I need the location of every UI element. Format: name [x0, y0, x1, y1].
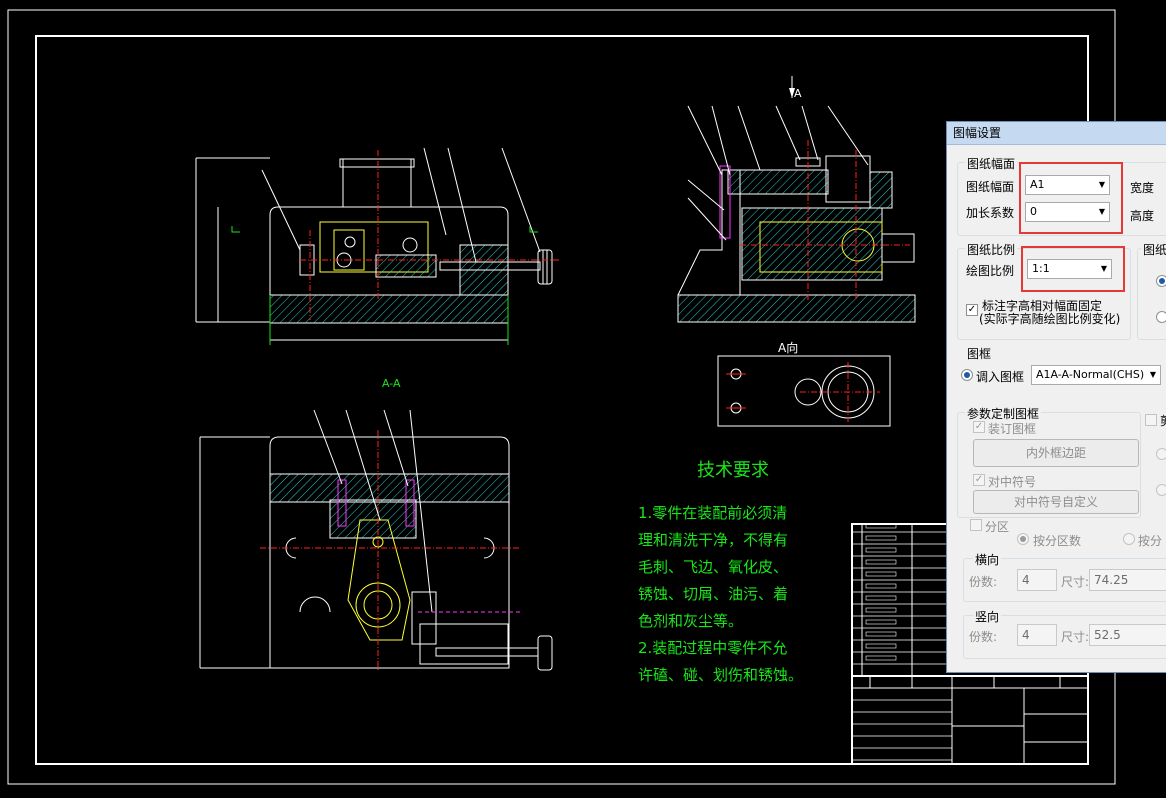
title-block-cell-mark	[865, 595, 897, 601]
title-block-cell-mark	[865, 631, 897, 637]
by-zone-size-radio[interactable]	[1123, 533, 1135, 545]
sheet-size-label: 图纸幅面	[966, 180, 1015, 194]
horizontal-size-input[interactable]: 74.25	[1089, 569, 1166, 591]
view-label: A向	[778, 340, 798, 355]
sheet-right-group	[1137, 248, 1166, 340]
center-mark-custom-button[interactable]: 对中符号自定义	[973, 490, 1139, 514]
inner-frame	[35, 35, 1089, 765]
tech-requirements-title: 技术要求	[697, 460, 769, 481]
tech-line: 理和清洗干净，不得有	[638, 531, 789, 549]
orientation-radio-2[interactable]	[1156, 311, 1166, 323]
by-zone-count-radio[interactable]	[1017, 533, 1029, 545]
height-label: 高度	[1130, 209, 1155, 223]
tech-line: 许磕、碰、划伤和锈蚀。	[638, 666, 804, 684]
title-block-cell-mark	[865, 643, 897, 649]
right-option-checkbox[interactable]	[1145, 414, 1157, 426]
zone-checkbox[interactable]	[970, 519, 982, 531]
frame-template-value: A1A-A-Normal(CHS)	[1036, 368, 1145, 381]
highlight-box	[1021, 246, 1125, 292]
tech-line: 色剂和灰尘等。	[638, 612, 744, 630]
side-view	[677, 76, 916, 323]
zone-label: 分区	[985, 520, 1010, 534]
vertical-size-input[interactable]: 52.5	[1089, 624, 1166, 646]
title-block-cell-mark	[865, 535, 897, 541]
scale-group-title: 图纸比例	[965, 241, 1018, 258]
highlight-box	[1019, 162, 1123, 234]
cad-workspace[interactable]: A-A A A向 技术要求 1.零件在装配前必须清 理和清洗干净，不得有 毛刺、…	[0, 0, 1166, 798]
chevron-down-icon: ▼	[1149, 370, 1156, 379]
sheet-right-group-title: 图纸	[1141, 241, 1166, 258]
center-mark-checkbox[interactable]: ✓	[973, 474, 985, 486]
frame-group-title: 图框	[965, 345, 994, 362]
tech-line: 2.装配过程中零件不允	[638, 639, 788, 657]
width-label: 宽度	[1130, 181, 1155, 195]
title-block-cell-mark	[865, 559, 897, 565]
sheet-setup-dialog[interactable]: 图幅设置 图纸幅面 图纸幅面 A1 ▼ 加长系数 0 ▼ 宽度 高度 图纸比例 …	[946, 121, 1166, 673]
load-frame-radio[interactable]	[961, 369, 973, 381]
vertical-count-input[interactable]: 4	[1017, 624, 1057, 646]
fixed-text-height-checkbox[interactable]: ✓	[966, 304, 978, 316]
title-block-cell-mark	[865, 655, 897, 661]
frame-margin-button[interactable]: 内外框边距	[973, 439, 1139, 467]
right-option-label: 剪	[1160, 412, 1166, 429]
tech-line: 锈蚀、切屑、油污、着	[638, 585, 789, 603]
tech-requirements-body: 1.零件在装配前必须清 理和清洗干净，不得有 毛刺、飞边、氧化皮、 锈蚀、切屑、…	[638, 500, 838, 689]
vertical-count-label: 份数:	[969, 630, 998, 644]
drawing-scale-label: 绘图比例	[966, 264, 1015, 278]
section-view	[199, 409, 553, 671]
a-direction-view	[717, 355, 891, 427]
title-block-cell-mark	[865, 607, 897, 613]
vertical-size-label: 尺寸:	[1061, 630, 1090, 644]
binding-frame-label: 装订图框	[988, 422, 1037, 436]
by-zone-count-label: 按分区数	[1033, 534, 1082, 548]
frame-template-select[interactable]: A1A-A-Normal(CHS) ▼	[1031, 365, 1161, 385]
fixed-text-height-note: (实际字高随绘图比例变化)	[979, 312, 1121, 326]
title-block-cell-mark	[865, 547, 897, 553]
view-arrow-label: A	[794, 87, 802, 100]
vertical-group-title: 竖向	[973, 608, 1002, 625]
tech-line: 1.零件在装配前必须清	[638, 504, 788, 522]
orientation-radio-1[interactable]	[1156, 275, 1166, 287]
section-label: A-A	[382, 377, 401, 390]
title-block-cell-mark	[865, 619, 897, 625]
by-zone-size-label: 按分	[1138, 534, 1163, 548]
horizontal-count-label: 份数:	[969, 575, 998, 589]
dialog-title[interactable]: 图幅设置	[947, 122, 1166, 145]
title-block-cell-mark	[865, 583, 897, 589]
extension-factor-label: 加长系数	[966, 206, 1015, 220]
tech-line: 毛刺、飞边、氧化皮、	[638, 558, 789, 576]
load-frame-label: 调入图框	[976, 370, 1025, 384]
binding-frame-checkbox[interactable]: ✓	[973, 421, 985, 433]
sheet-group-title: 图纸幅面	[965, 155, 1018, 172]
horizontal-group-title: 横向	[973, 551, 1002, 568]
horizontal-size-label: 尺寸:	[1061, 575, 1090, 589]
horizontal-count-input[interactable]: 4	[1017, 569, 1057, 591]
right-option-radio-2[interactable]	[1156, 484, 1166, 496]
right-option-radio-1[interactable]	[1156, 448, 1166, 460]
center-mark-label: 对中符号	[988, 475, 1037, 489]
title-block-cell-mark	[865, 571, 897, 577]
front-view	[195, 147, 560, 345]
